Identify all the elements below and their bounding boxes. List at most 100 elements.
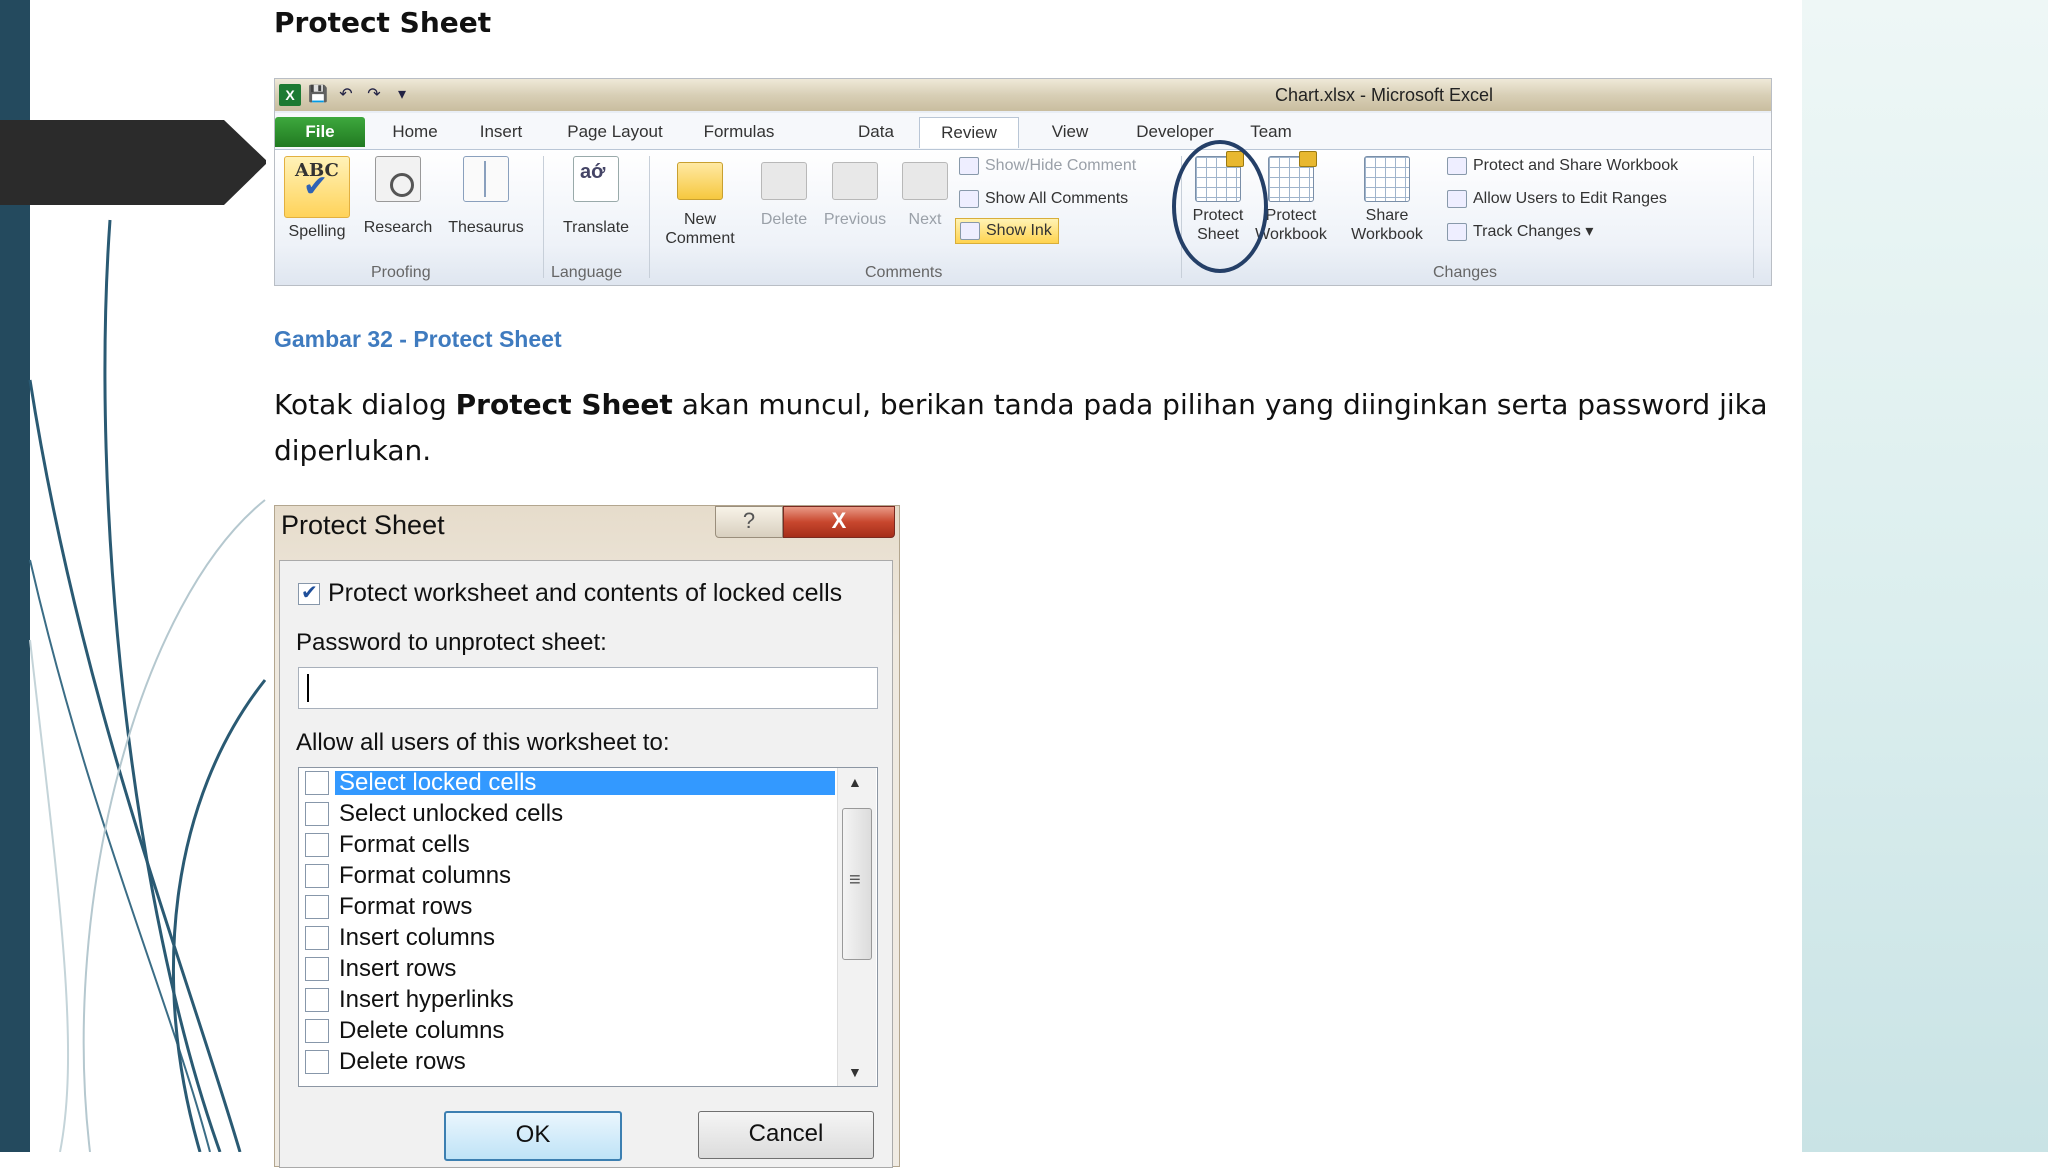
dialog-body: Protect worksheet and contents of locked… (279, 560, 893, 1168)
previous-comment-button[interactable]: Previous (815, 156, 895, 229)
allow-users-edit-ranges-button[interactable]: Allow Users to Edit Ranges (1447, 187, 1667, 211)
help-button[interactable]: ? (715, 506, 783, 538)
paragraph-text-start: Kotak dialog (274, 388, 456, 421)
spelling-label: Spelling (288, 223, 346, 240)
share-workbook-label-2: Workbook (1351, 226, 1423, 243)
translate-icon: aớ (573, 156, 619, 202)
option-label: Insert columns (339, 923, 496, 951)
text-caret (307, 674, 309, 702)
share-workbook-label-1: Share (1365, 207, 1409, 224)
quick-access-toolbar: X 💾 ↶ ↷ ▾ (279, 83, 413, 107)
list-item[interactable]: Delete columns (299, 1018, 835, 1043)
tab-insert[interactable]: Insert (461, 117, 541, 147)
language-group-label: Language (551, 264, 623, 281)
show-all-comments-button[interactable]: Show All Comments (959, 187, 1128, 211)
next-label: Next (908, 211, 942, 228)
option-checkbox[interactable] (305, 956, 329, 981)
close-button[interactable]: X (783, 506, 895, 538)
option-checkbox[interactable] (305, 863, 329, 888)
protect-worksheet-checkbox[interactable] (298, 580, 320, 606)
allow-users-icon (1447, 189, 1467, 208)
show-hide-comment-button[interactable]: Show/Hide Comment (959, 154, 1136, 178)
tab-view[interactable]: View (1035, 117, 1105, 147)
option-label: Insert rows (339, 954, 457, 982)
scroll-up-icon[interactable]: ▲ (848, 774, 862, 790)
ribbon-review: ABC ✔ Spelling Research Thesaurus Proofin… (275, 150, 1771, 285)
right-background-panel (1802, 0, 2048, 1152)
proofing-group-label: Proofing (371, 264, 431, 281)
option-checkbox[interactable] (305, 1018, 329, 1043)
protect-worksheet-option[interactable]: Protect worksheet and contents of locked… (298, 579, 842, 608)
group-separator (543, 156, 544, 278)
tab-team[interactable]: Team (1241, 117, 1301, 147)
research-button[interactable]: Research (359, 156, 437, 237)
list-scrollbar[interactable]: ▲ ▼ (837, 768, 876, 1086)
dialog-title: Protect Sheet (281, 510, 445, 540)
spelling-icon: ABC ✔ (284, 156, 350, 218)
tab-data[interactable]: Data (841, 117, 911, 147)
option-label: Format columns (339, 861, 512, 889)
tab-review[interactable]: Review (919, 117, 1019, 148)
ok-button[interactable]: OK (444, 1111, 622, 1161)
figure-caption: Gambar 32 - Protect Sheet (274, 326, 562, 352)
option-checkbox[interactable] (305, 770, 329, 795)
permissions-list[interactable]: Select locked cells Select unlocked cell… (298, 767, 878, 1087)
password-field[interactable] (298, 667, 878, 709)
scrollbar-thumb[interactable] (842, 808, 872, 960)
paragraph-bold-text: Protect Sheet (455, 388, 673, 421)
list-item[interactable]: Select unlocked cells (299, 799, 835, 827)
translate-label: Translate (562, 219, 630, 236)
scroll-down-icon[interactable]: ▼ (848, 1064, 862, 1080)
list-item[interactable]: Delete rows (299, 1049, 835, 1074)
show-all-comments-icon (959, 189, 979, 208)
protect-share-label: Protect and Share Workbook (1473, 157, 1679, 174)
undo-icon[interactable]: ↶ (335, 84, 357, 106)
option-label: Select unlocked cells (339, 799, 564, 827)
list-item[interactable]: Insert columns (299, 923, 835, 951)
chevron-down-icon: ▾ (1580, 223, 1594, 240)
list-item[interactable]: Select locked cells (299, 770, 835, 795)
new-comment-button[interactable]: New Comment (655, 156, 745, 248)
tab-formulas[interactable]: Formulas (689, 117, 789, 147)
thesaurus-icon (463, 156, 509, 202)
tab-home[interactable]: Home (375, 117, 455, 147)
list-item[interactable]: Format rows (299, 894, 835, 919)
protect-and-share-workbook-button[interactable]: Protect and Share Workbook (1447, 154, 1678, 178)
delete-comment-button[interactable]: Delete (749, 156, 819, 229)
show-ink-label: Show Ink (986, 222, 1052, 239)
body-paragraph: Kotak dialog Protect Sheet akan muncul, … (274, 382, 1784, 474)
spelling-button[interactable]: ABC ✔ Spelling (281, 156, 353, 241)
excel-logo-icon: X (279, 84, 301, 106)
save-icon[interactable]: 💾 (307, 84, 329, 106)
option-checkbox[interactable] (305, 987, 329, 1012)
show-ink-button[interactable]: Show Ink (955, 218, 1059, 244)
show-hide-comment-label: Show/Hide Comment (985, 157, 1137, 174)
next-comment-button[interactable]: Next (895, 156, 955, 229)
translate-button[interactable]: aớ Translate (551, 156, 641, 237)
option-checkbox[interactable] (305, 925, 329, 950)
customize-qat-icon[interactable]: ▾ (391, 84, 413, 106)
list-item[interactable]: Format cells (299, 832, 835, 857)
option-checkbox[interactable] (305, 832, 329, 857)
option-checkbox[interactable] (305, 801, 329, 826)
list-item[interactable]: Format columns (299, 861, 835, 889)
allow-users-label: Allow all users of this worksheet to: (296, 729, 670, 756)
option-checkbox[interactable] (305, 1049, 329, 1074)
redo-icon[interactable]: ↷ (363, 84, 385, 106)
show-ink-icon (960, 221, 980, 240)
thesaurus-button[interactable]: Thesaurus (441, 156, 531, 237)
excel-title-bar: X 💾 ↶ ↷ ▾ Chart.xlsx - Microsoft Excel (275, 79, 1771, 111)
ribbon-tabs: File Home Insert Page Layout Formulas Da… (275, 113, 1771, 150)
track-changes-button[interactable]: Track Changes ▾ (1447, 220, 1593, 244)
tab-page-layout[interactable]: Page Layout (555, 117, 675, 147)
list-item[interactable]: Insert rows (299, 954, 835, 982)
allow-users-label: Allow Users to Edit Ranges (1473, 190, 1667, 207)
tab-file[interactable]: File (275, 117, 365, 147)
list-item[interactable]: Insert hyperlinks (299, 987, 835, 1012)
window-title: Chart.xlsx - Microsoft Excel (1275, 85, 1494, 105)
option-checkbox[interactable] (305, 894, 329, 919)
group-separator (649, 156, 650, 278)
share-workbook-button[interactable]: Share Workbook (1341, 156, 1433, 244)
option-label: Select locked cells (335, 770, 835, 795)
new-comment-icon (677, 162, 723, 200)
